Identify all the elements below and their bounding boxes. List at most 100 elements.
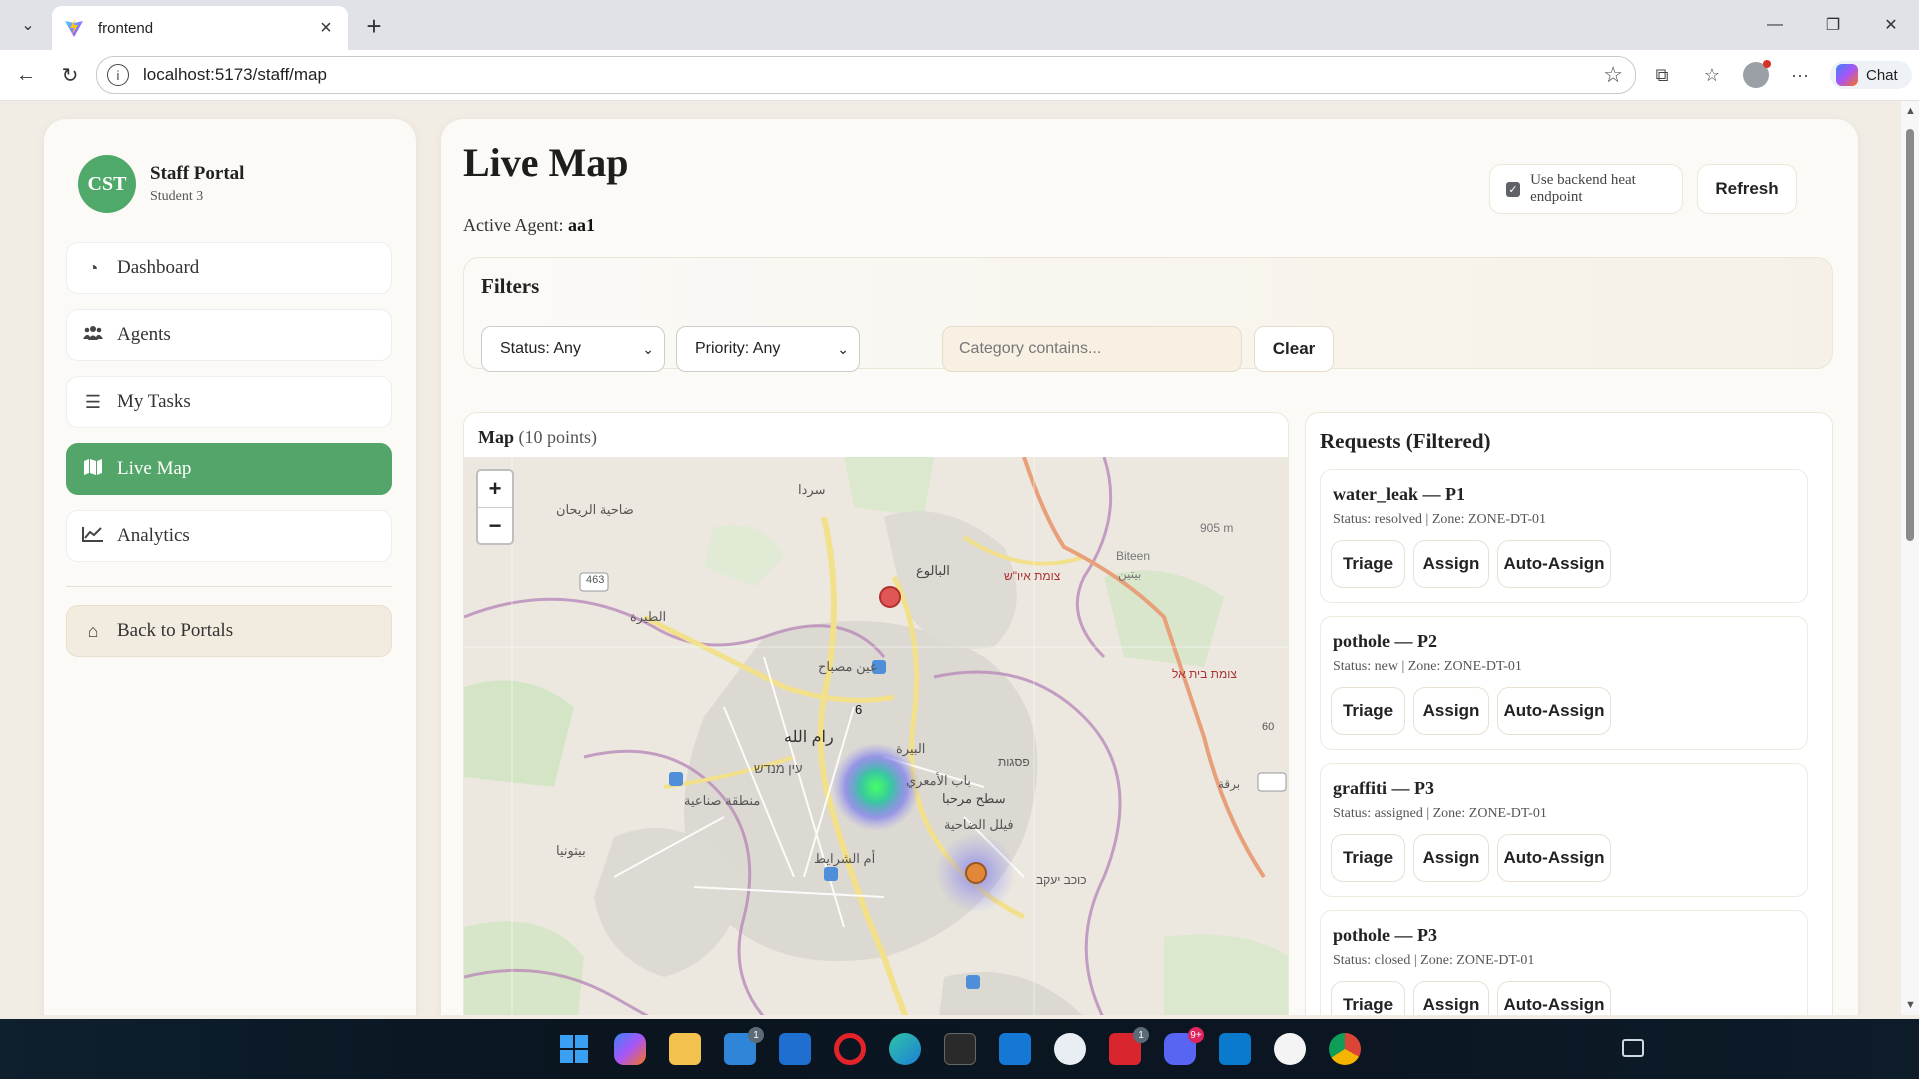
kaspersky-icon[interactable] [1274,1033,1306,1065]
scroll-up-icon[interactable]: ▲ [1905,105,1916,117]
active-agent-label: Active Agent: [463,215,564,235]
triage-button[interactable]: Triage [1331,834,1405,882]
auto-assign-button[interactable]: Auto-Assign [1497,540,1611,588]
assign-button[interactable]: Assign [1413,834,1489,882]
clear-button[interactable]: Clear [1254,326,1334,372]
vite-favicon-icon [65,19,83,37]
copilot-chat-button[interactable]: Chat [1830,61,1912,89]
map-label: البالوع [916,563,950,578]
file-explorer-icon[interactable] [669,1033,701,1065]
triage-button[interactable]: Triage [1331,540,1405,588]
checkbox-checked-icon[interactable]: ✓ [1506,181,1521,197]
site-info-icon[interactable]: i [107,64,129,86]
extensions-icon[interactable]: ⧉ [1648,61,1676,89]
epic-games-icon[interactable] [944,1033,976,1065]
scrollbar-thumb[interactable] [1906,129,1914,541]
back-arrow-icon[interactable]: ← [12,61,40,89]
new-tab-icon[interactable]: + [360,11,388,41]
sidebar: CST Staff Portal Student 3 ◔ Dashboard A… [44,119,416,1015]
edge-icon[interactable] [889,1033,921,1065]
chart-line-icon [81,526,105,547]
map-label: Biteen [1116,549,1151,563]
tab-list-chevron-icon[interactable]: ⌄ [10,9,46,41]
favorites-icon[interactable]: ☆ [1698,61,1726,89]
list-icon: ☰ [84,391,102,412]
assign-button[interactable]: Assign [1413,540,1489,588]
triage-button[interactable]: Triage [1331,687,1405,735]
opera-icon[interactable] [834,1033,866,1065]
tab-title: frontend [98,19,154,37]
request-card: graffiti — P3 Status: assigned | Zone: Z… [1320,763,1808,897]
browser-tab[interactable]: frontend × [52,6,348,50]
auto-assign-button[interactable]: Auto-Assign [1497,981,1611,1015]
tray-app-icon[interactable] [1622,1039,1644,1057]
map-label: כוכב יעקב [1036,873,1087,887]
request-meta: Status: assigned | Zone: ZONE-DT-01 [1333,806,1547,821]
reload-icon[interactable]: ↻ [56,61,84,89]
scroll-down-icon[interactable]: ▼ [1905,999,1916,1011]
page-scrollbar[interactable]: ▲ ▼ [1901,101,1919,1015]
minimize-icon[interactable]: — [1752,10,1798,40]
request-name: graffiti — P3 [1333,778,1434,798]
chrome-icon[interactable] [1329,1033,1361,1065]
url-text[interactable]: localhost:5173/staff/map [143,65,1603,85]
status-select-value: Status: Any [500,340,581,357]
sidebar-item-label: Agents [117,324,171,345]
sidebar-item-agents[interactable]: Agents [66,309,392,361]
sidebar-item-analytics[interactable]: Analytics [66,510,392,562]
discord-icon[interactable]: 9+ [1164,1027,1204,1065]
favorite-star-icon[interactable]: ☆ [1603,62,1623,88]
request-meta: Status: new | Zone: ZONE-DT-01 [1333,659,1522,674]
map-label: ضاحية الريحان [556,502,634,517]
outlook-icon[interactable] [999,1033,1031,1065]
map-label: برقة [1218,777,1241,791]
profile-avatar-icon[interactable] [1742,60,1771,89]
copilot-icon[interactable] [614,1033,646,1065]
windows-start-icon[interactable] [558,1033,590,1065]
map-marker[interactable] [879,586,901,608]
l-app-icon[interactable]: 1 [1109,1027,1149,1065]
brand-subtitle: Student 3 [150,189,204,204]
url-field[interactable]: i localhost:5173/staff/map ☆ [96,56,1636,94]
map-label: بيتين [1118,567,1142,581]
map-label: 463 [586,574,605,586]
triage-button[interactable]: Triage [1331,981,1405,1015]
assign-button[interactable]: Assign [1413,981,1489,1015]
request-meta: Status: resolved | Zone: ZONE-DT-01 [1333,512,1547,527]
map-canvas[interactable]: سردا ضاحية الريحان البالوع צומת איו"ש Bi… [464,457,1288,1015]
heat-endpoint-toggle[interactable]: ✓ Use backend heat endpoint [1489,164,1683,214]
more-menu-icon[interactable]: ··· [1786,61,1814,89]
sidebar-item-label: Analytics [117,525,190,546]
status-select[interactable]: Status: Any ⌄ [481,326,665,372]
map-label: צומת בית אל [1172,667,1237,681]
assign-button[interactable]: Assign [1413,687,1489,735]
app-icon[interactable] [1054,1033,1086,1065]
auto-assign-button[interactable]: Auto-Assign [1497,834,1611,882]
page-title: Live Map [463,140,629,185]
windows-taskbar: 1 1 9+ [0,1019,1919,1079]
mail-icon[interactable]: 1 [724,1027,764,1065]
auto-assign-button[interactable]: Auto-Assign [1497,687,1611,735]
category-input[interactable] [942,326,1242,372]
cluster-count[interactable]: 6 [855,702,862,717]
window-close-icon[interactable]: ✕ [1868,10,1914,40]
sidebar-item-dashboard[interactable]: ◔ Dashboard [66,242,392,294]
map-label: أم الشرايط [814,851,876,866]
store-icon[interactable] [779,1033,811,1065]
sidebar-item-live-map[interactable]: Live Map [66,443,392,495]
priority-select[interactable]: Priority: Any ⌄ [676,326,860,372]
back-to-portals-label: Back to Portals [117,620,234,641]
tab-close-icon[interactable]: × [314,16,338,40]
refresh-button[interactable]: Refresh [1697,164,1797,214]
back-to-portals-button[interactable]: ⌂ Back to Portals [66,605,392,657]
map-marker[interactable] [965,862,987,884]
map-point-count: (10 points) [518,427,598,447]
zoom-out-button[interactable]: − [478,508,512,544]
zoom-control: + − [476,469,514,545]
sidebar-item-my-tasks[interactable]: ☰ My Tasks [66,376,392,428]
page: CST Staff Portal Student 3 ◔ Dashboard A… [0,101,1919,1015]
sidebar-item-label: My Tasks [117,391,191,412]
vscode-icon[interactable] [1219,1033,1251,1065]
zoom-in-button[interactable]: + [478,471,512,508]
restore-icon[interactable]: ❐ [1810,10,1856,40]
